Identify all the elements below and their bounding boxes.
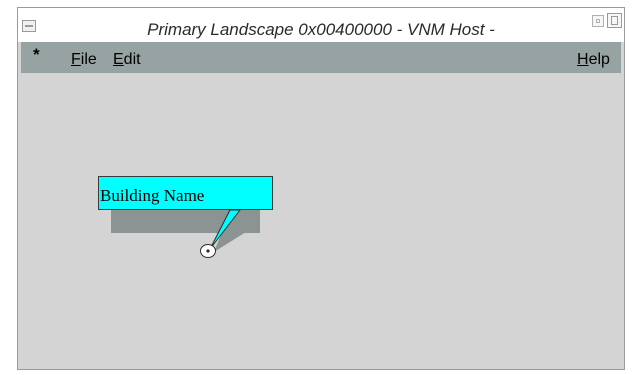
maximize-icon[interactable] [607,13,622,28]
callout-label: Building Name [100,186,205,205]
window-title: Primary Landscape 0x00400000 - VNM Host … [147,20,495,39]
menu-file-label: ile [80,51,97,68]
menu-help-label: elp [588,51,610,68]
menu-file[interactable]: File [71,51,97,69]
minimize-icon[interactable] [592,15,604,27]
building-name-callout[interactable]: Building Name [98,176,273,210]
minimize-glyph [596,19,600,23]
callout-shadow [111,210,260,233]
menu-file-mnemonic: F [71,51,81,68]
menu-edit[interactable]: Edit [113,51,141,69]
menu-edit-label: dit [123,51,141,68]
title-bar[interactable]: Primary Landscape 0x00400000 - VNM Host … [18,8,624,42]
menu-help[interactable]: Help [577,51,610,69]
menu-edit-mnemonic: E [113,51,124,68]
menu-bar: * File Edit Help [21,42,621,73]
menu-help-mnemonic: H [577,51,589,68]
menu-star[interactable]: * [33,45,40,65]
maximize-glyph [611,16,618,25]
